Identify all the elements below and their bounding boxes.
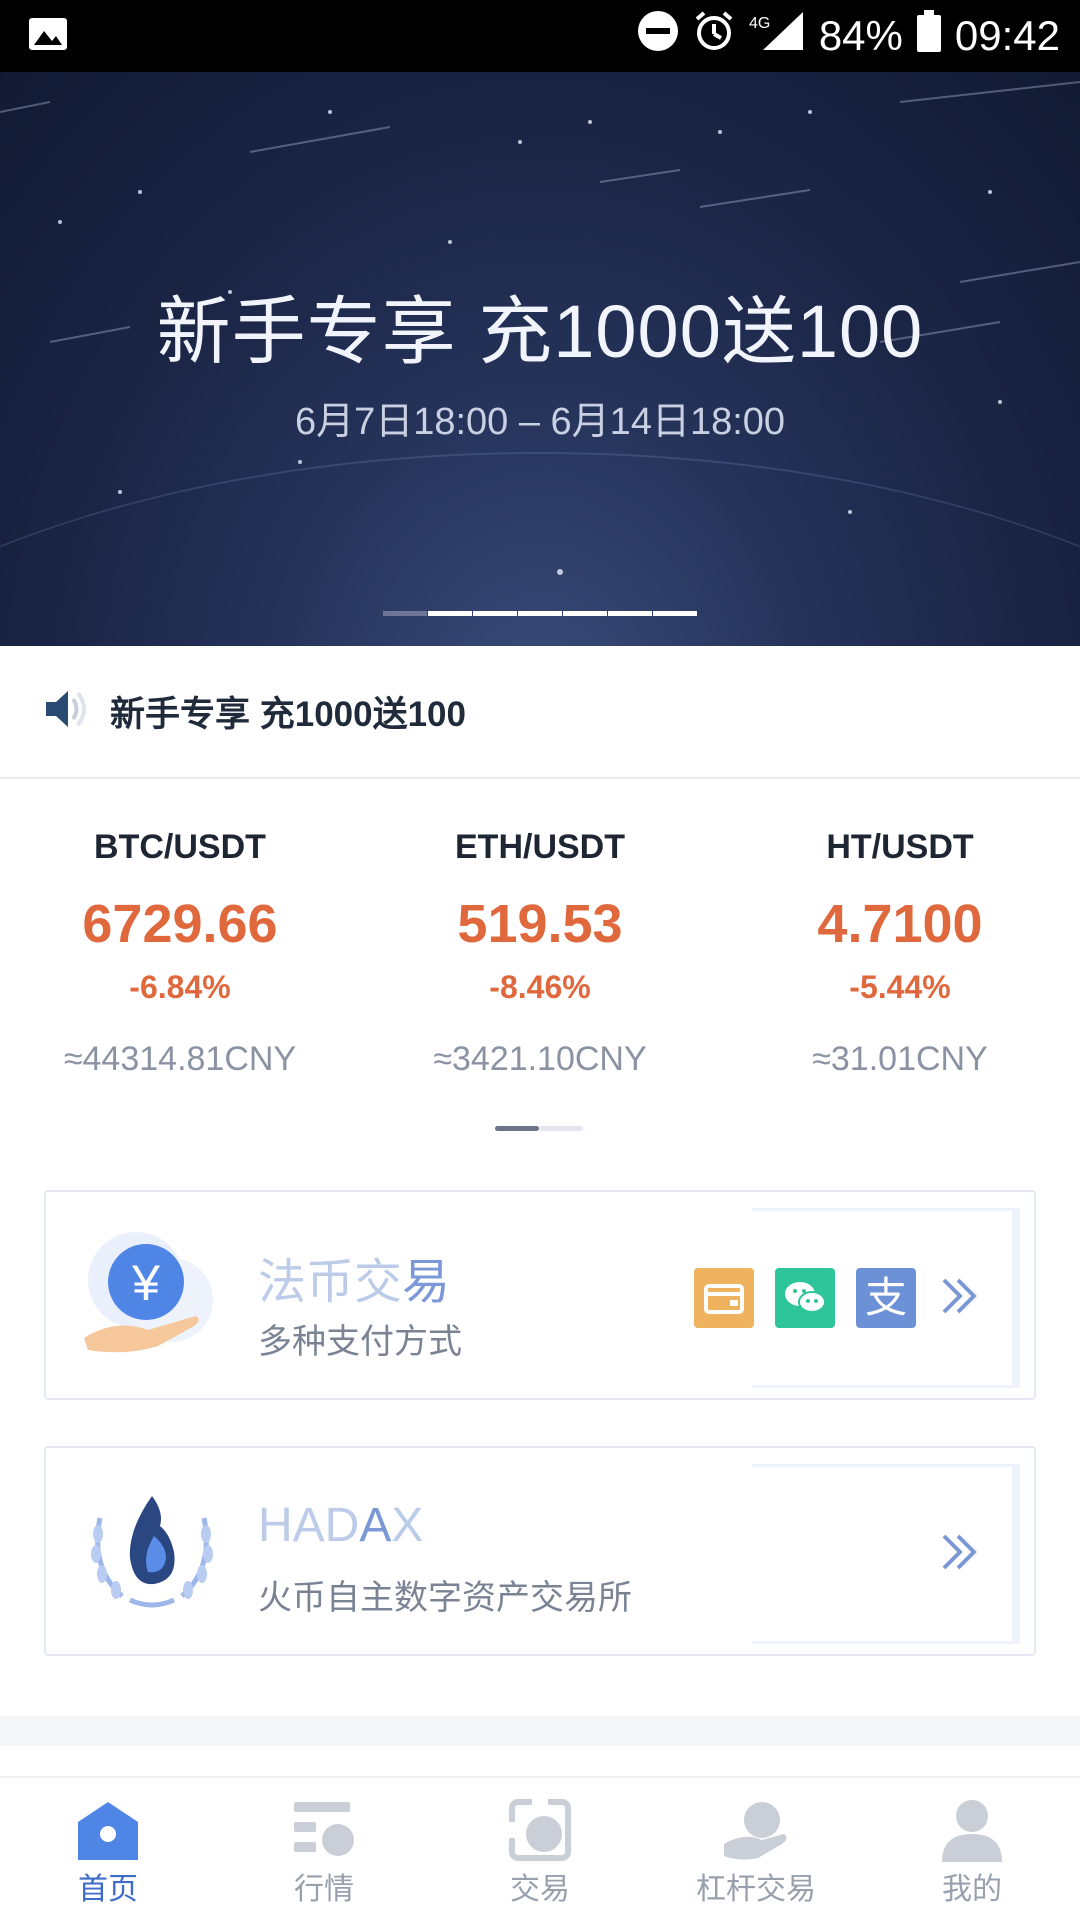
banner-title: 新手专享 充1000送100 xyxy=(156,290,924,373)
ticker-price: 519.53 xyxy=(457,894,623,954)
promo-banner[interactable]: 新手专享 充1000送100 6月7日18:00 – 6月14日18:00 xyxy=(0,72,1080,646)
hadax-title-strong: A xyxy=(359,1499,392,1552)
chevron-double-right-icon[interactable] xyxy=(938,1274,982,1323)
battery-icon xyxy=(916,10,941,62)
wechat-icon xyxy=(775,1268,835,1328)
user-icon xyxy=(940,1798,1004,1867)
ticker-pair: BTC/USDT xyxy=(94,828,266,866)
banner-dot[interactable] xyxy=(473,611,517,616)
hadax-card-subtitle: 火币自主数字资产交易所 xyxy=(258,1579,632,1617)
fiat-title-light: 法币交 xyxy=(258,1256,403,1309)
tab-label: 行情 xyxy=(294,1873,354,1906)
tab-market[interactable]: 行情 xyxy=(216,1778,432,1922)
banner-dot[interactable] xyxy=(608,611,652,616)
hadax-title-tail: X xyxy=(391,1499,424,1552)
banner-dot[interactable] xyxy=(563,611,607,616)
banner-pagination[interactable] xyxy=(383,611,698,616)
tab-home[interactable]: 首页 xyxy=(0,1778,216,1922)
hadax-card-title: HADAX xyxy=(258,1498,423,1553)
signal-icon: 4G xyxy=(749,10,805,62)
tab-label: 杠杆交易 xyxy=(696,1873,816,1906)
ticker-change: -8.46% xyxy=(489,969,591,1005)
status-bar: 4G 84% 09:42 xyxy=(0,0,1080,72)
ticker-btc[interactable]: BTC/USDT 6729.66 -6.84% ≈44314.81CNY xyxy=(0,800,360,1079)
announcement-text: 新手专享 充1000送100 xyxy=(110,695,466,734)
ticker-page-active[interactable] xyxy=(495,1126,539,1131)
announcement-bar[interactable]: 新手专享 充1000送100 xyxy=(0,646,1080,779)
dnd-icon xyxy=(637,10,679,62)
ticker-page[interactable] xyxy=(539,1126,583,1131)
alarm-icon xyxy=(693,10,735,62)
banner-dot[interactable] xyxy=(518,611,562,616)
trade-icon xyxy=(508,1798,572,1867)
battery-percent: 84% xyxy=(818,12,903,59)
tab-trade[interactable]: 交易 xyxy=(432,1778,648,1922)
chevron-double-right-icon[interactable] xyxy=(938,1530,982,1579)
ticker-eth[interactable]: ETH/USDT 519.53 -8.46% ≈3421.10CNY xyxy=(360,800,720,1079)
tab-label: 交易 xyxy=(510,1873,570,1906)
ticker-cny: ≈44314.81CNY xyxy=(63,1040,297,1078)
banner-dot[interactable] xyxy=(383,611,427,616)
alipay-icon: 支 xyxy=(856,1268,916,1328)
ticker-cny: ≈3421.10CNY xyxy=(433,1040,647,1078)
tab-margin-trade[interactable]: 杠杆交易 xyxy=(648,1778,864,1922)
image-icon xyxy=(28,17,68,56)
tab-label: 首页 xyxy=(78,1873,138,1906)
network-label: 4G xyxy=(749,15,770,32)
ticker-price: 4.7100 xyxy=(817,894,983,954)
fiat-card-subtitle: 多种支付方式 xyxy=(258,1323,462,1361)
section-divider xyxy=(0,1716,1080,1746)
margin-hand-icon xyxy=(722,1798,790,1867)
ticker-ht[interactable]: HT/USDT 4.7100 -5.44% ≈31.01CNY xyxy=(720,800,1080,1079)
ticker-pagination[interactable] xyxy=(495,1126,583,1131)
fiat-title-strong: 易 xyxy=(402,1256,451,1309)
tab-profile[interactable]: 我的 xyxy=(864,1778,1080,1922)
hadax-card[interactable]: HADAX 火币自主数字资产交易所 xyxy=(44,1446,1036,1656)
ticker-price: 6729.66 xyxy=(82,894,278,954)
bottom-tab-bar: 首页 行情 交易 杠杆交易 我的 xyxy=(0,1776,1080,1922)
ticker-pair: ETH/USDT xyxy=(455,828,625,866)
flame-laurel-icon xyxy=(82,1478,222,1623)
banner-subtitle: 6月7日18:00 – 6月14日18:00 xyxy=(294,401,786,443)
home-icon xyxy=(76,1798,140,1867)
bank-card-icon xyxy=(694,1268,754,1328)
ticker-pair: HT/USDT xyxy=(826,828,974,866)
ticker-cny: ≈31.01CNY xyxy=(812,1040,988,1078)
ticker-change: -5.44% xyxy=(849,969,951,1005)
market-list-icon xyxy=(292,1798,356,1867)
ticker-carousel: BTC/USDT 6729.66 -6.84% ≈44314.81CNY ETH… xyxy=(0,800,1080,1140)
ticker-change: -6.84% xyxy=(129,969,231,1005)
fiat-card-title: 法币交易 xyxy=(258,1242,450,1312)
svg-text:¥: ¥ xyxy=(131,1255,160,1311)
speaker-icon xyxy=(44,687,92,736)
yuan-coin-hand-icon: ¥ xyxy=(76,1220,226,1375)
banner-dot[interactable] xyxy=(428,611,472,616)
banner-dot[interactable] xyxy=(653,611,697,616)
fiat-trading-card[interactable]: ¥ 法币交易 多种支付方式 支 xyxy=(44,1190,1036,1400)
clock: 09:42 xyxy=(954,12,1060,59)
hadax-title-light: HAD xyxy=(258,1499,360,1552)
tab-label: 我的 xyxy=(942,1873,1002,1906)
